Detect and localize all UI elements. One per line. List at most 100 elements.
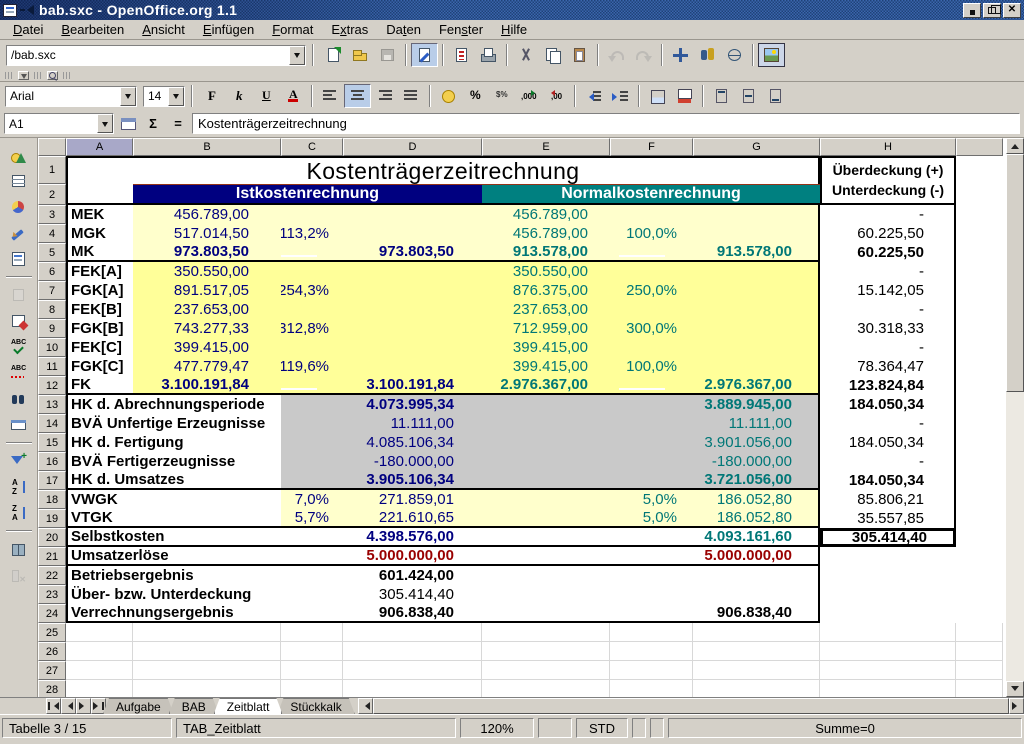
decrease-indent-button[interactable] <box>580 84 607 108</box>
cell-A8[interactable]: FEK[B] <box>66 300 133 319</box>
cell-G9[interactable] <box>693 319 820 338</box>
cell-B5[interactable]: 973.803,50 <box>133 243 281 262</box>
borders-button[interactable] <box>644 84 671 108</box>
cell-E4[interactable]: 456.789,00 <box>482 224 610 243</box>
cell-A11[interactable]: FGK[C] <box>66 357 133 376</box>
cell-E14[interactable] <box>482 414 610 433</box>
cell-reference-combo[interactable]: A1 <box>4 113 114 134</box>
col-header-H[interactable]: H <box>820 138 956 156</box>
cell-C17[interactable] <box>281 471 343 490</box>
col-header-C[interactable]: C <box>281 138 343 156</box>
cell-G13[interactable]: 3.889.945,00 <box>693 395 820 414</box>
new-document-button[interactable] <box>320 43 347 67</box>
empty-cell[interactable] <box>66 623 133 642</box>
cell-F13[interactable] <box>610 395 693 414</box>
open-button[interactable] <box>347 43 374 67</box>
url-field[interactable]: /bab.sxc <box>7 48 289 62</box>
cell-A12[interactable]: FK <box>66 376 133 395</box>
cell-G23[interactable] <box>693 585 820 604</box>
row-header-4[interactable]: 4 <box>38 224 66 243</box>
cell-C4[interactable]: 113,2% <box>281 224 343 243</box>
cell-A2[interactable] <box>66 184 133 205</box>
font-size-combo[interactable]: 14 <box>143 86 185 107</box>
row-header-21[interactable]: 21 <box>38 547 66 566</box>
auto-spellcheck-button[interactable] <box>4 361 34 385</box>
cell-F12[interactable] <box>610 376 693 395</box>
navigator-button[interactable] <box>667 43 694 67</box>
cell-E16[interactable] <box>482 452 610 471</box>
cell-A5[interactable]: MK <box>66 243 133 262</box>
scroll-down-button[interactable] <box>1006 681 1024 697</box>
last-sheet-button[interactable] <box>91 698 106 714</box>
menu-format[interactable]: Format <box>263 21 322 38</box>
empty-cell[interactable] <box>956 680 1003 697</box>
cell-E24[interactable] <box>482 604 610 623</box>
empty-cell[interactable] <box>343 661 482 680</box>
toolbar-grip[interactable] <box>5 72 13 79</box>
cell-H3[interactable]: - <box>820 205 956 224</box>
cell-C20[interactable] <box>281 528 343 547</box>
row-header-26[interactable]: 26 <box>38 642 66 661</box>
cell-D5[interactable]: 973.803,50 <box>343 243 482 262</box>
cell-G18[interactable]: 186.052,80 <box>693 490 820 509</box>
cell-F4[interactable]: 100,0% <box>610 224 693 243</box>
cell-C3[interactable] <box>281 205 343 224</box>
cell-F10[interactable] <box>610 338 693 357</box>
cell-G3[interactable] <box>693 205 820 224</box>
autoformat-button[interactable] <box>4 309 34 333</box>
align-center-button[interactable] <box>344 84 371 108</box>
cell-H8[interactable]: - <box>820 300 956 319</box>
empty-cell[interactable] <box>693 642 820 661</box>
cell-F15[interactable] <box>610 433 693 452</box>
cell-C7[interactable]: 254,3% <box>281 281 343 300</box>
cell-B9[interactable]: 743.277,33 <box>133 319 281 338</box>
col-header-B[interactable]: B <box>133 138 281 156</box>
row-header-8[interactable]: 8 <box>38 300 66 319</box>
empty-cell[interactable] <box>820 623 956 642</box>
ueberdeckung-header-cell[interactable]: Überdeckung (+)Unterdeckung (-) <box>820 156 956 205</box>
cell-E5[interactable]: 913.578,00 <box>482 243 610 262</box>
empty-cell[interactable] <box>610 680 693 697</box>
cell-C24[interactable] <box>281 604 343 623</box>
cell-G15[interactable]: 3.901.056,00 <box>693 433 820 452</box>
increase-indent-button[interactable] <box>607 84 634 108</box>
row-header-23[interactable]: 23 <box>38 585 66 604</box>
normal-header-cell[interactable]: Normalkostenrechnung <box>482 184 820 205</box>
cell-E21[interactable] <box>482 547 610 566</box>
empty-cell[interactable] <box>693 623 820 642</box>
cell-A6[interactable]: FEK[A] <box>66 262 133 281</box>
close-button[interactable]: ✕ <box>1003 3 1021 18</box>
scroll-up-button[interactable] <box>1006 138 1024 154</box>
align-justify-button[interactable] <box>398 84 425 108</box>
cell-G8[interactable] <box>693 300 820 319</box>
cell-D24[interactable]: 906.838,40 <box>343 604 482 623</box>
insert-mode-field[interactable] <box>538 718 572 738</box>
cell-A7[interactable]: FGK[A] <box>66 281 133 300</box>
cell-F6[interactable] <box>610 262 693 281</box>
cell-A20[interactable]: Selbstkosten <box>66 528 281 547</box>
col-header-E[interactable]: E <box>482 138 610 156</box>
empty-cell[interactable] <box>956 642 1003 661</box>
cell-A9[interactable]: FGK[B] <box>66 319 133 338</box>
empty-cell[interactable] <box>956 661 1003 680</box>
scroll-left-button[interactable] <box>358 698 373 714</box>
font-name-dropdown[interactable] <box>120 87 136 106</box>
cell-D19[interactable]: 221.610,65 <box>343 509 482 528</box>
empty-cell[interactable] <box>343 642 482 661</box>
cell-E3[interactable]: 456.789,00 <box>482 205 610 224</box>
styles-button[interactable] <box>694 43 721 67</box>
row-header-2[interactable]: 2 <box>38 184 66 205</box>
add-decimal-place-button[interactable] <box>516 84 543 108</box>
cell-A19[interactable]: VTGK <box>66 509 281 528</box>
cell-F19[interactable]: 5,0% <box>610 509 693 528</box>
toolbar-grip[interactable] <box>63 72 71 79</box>
cell-H10[interactable]: - <box>820 338 956 357</box>
toolbar-grip[interactable] <box>34 72 42 79</box>
cell-A16[interactable]: BVÄ Fertigerzeugnisse <box>66 452 281 471</box>
empty-cell[interactable] <box>281 623 343 642</box>
cell-A18[interactable]: VWGK <box>66 490 281 509</box>
cell-D16[interactable]: -180.000,00 <box>343 452 482 471</box>
menu-hilfe[interactable]: Hilfe <box>492 21 536 38</box>
cell-H5[interactable]: 60.225,50 <box>820 243 956 262</box>
align-left-button[interactable] <box>317 84 344 108</box>
